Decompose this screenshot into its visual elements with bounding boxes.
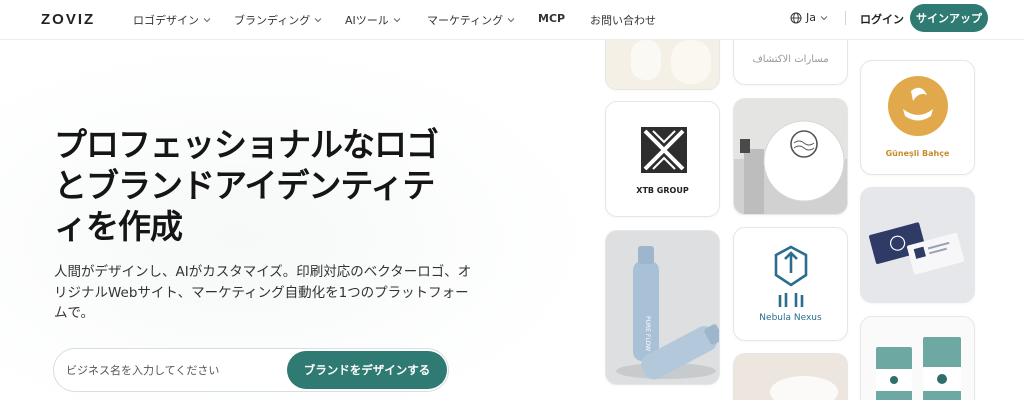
- nebula-nexus-label: Nebula Nexus: [759, 313, 822, 323]
- globe-icon: [790, 12, 802, 23]
- business-cards-card[interactable]: [860, 187, 975, 303]
- hero-title: プロフェッショナルなロゴとブランドアイデンティティを作成: [54, 125, 439, 246]
- coffee-cup-card[interactable]: [733, 353, 848, 400]
- gunesli-bahce-card[interactable]: Güneşli Bahçe: [860, 60, 975, 175]
- xtb-group-card[interactable]: XTB GROUP: [605, 101, 720, 217]
- nebula-nexus-card[interactable]: Nebula Nexus: [733, 227, 848, 341]
- chevron-down-icon: [820, 15, 828, 20]
- arabic-logo-text: مسارات الاكتشاف: [752, 54, 829, 65]
- business-name-input[interactable]: [66, 359, 286, 381]
- nav-item-ai-tools[interactable]: AIツール: [345, 12, 401, 28]
- xtb-logo-graphic: [641, 127, 687, 173]
- design-brand-button[interactable]: ブランドをデザインする: [287, 351, 447, 389]
- product-mockup-card[interactable]: [605, 40, 720, 90]
- chevron-down-icon: [393, 18, 401, 23]
- packaging-card[interactable]: [860, 316, 975, 400]
- nav-item-contact[interactable]: お問い合わせ: [590, 12, 656, 28]
- cream-product-image: [606, 40, 719, 89]
- nav-divider: [845, 11, 846, 25]
- signup-button[interactable]: サインアップ: [910, 4, 988, 32]
- riverwave-sign-image: [734, 99, 847, 214]
- business-cards-image: [861, 188, 974, 302]
- coffee-cup-image: [734, 354, 847, 400]
- xtb-group-label: XTB GROUP: [636, 186, 689, 195]
- chevron-down-icon: [507, 18, 515, 23]
- chevron-down-icon: [203, 18, 211, 23]
- riverwave-sign-card[interactable]: [733, 98, 848, 215]
- hero-subtitle: 人間がデザインし、AIがカスタマイズ。印刷対応のベクターロゴ、オリジナルWebサ…: [54, 264, 472, 321]
- login-link[interactable]: ログイン: [860, 11, 904, 27]
- nav-item-logo-design[interactable]: ロゴデザイン: [133, 12, 211, 28]
- pure-flow-text: PURE FLOW: [644, 316, 651, 351]
- nav-item-mcp[interactable]: MCP: [538, 12, 565, 25]
- pure-flow-bottles-card[interactable]: PURE FLOW: [605, 230, 720, 385]
- chevron-down-icon: [314, 18, 322, 23]
- zoviz-logo[interactable]: ZOVIZ: [41, 11, 95, 28]
- nebula-nexus-logo: [774, 245, 808, 307]
- gunesli-bahce-label: Güneşli Bahçe: [885, 149, 950, 158]
- nav-item-branding[interactable]: ブランディング: [234, 12, 322, 28]
- language-selector[interactable]: Ja: [790, 11, 828, 24]
- arabic-logo-card[interactable]: مسارات الاكتشاف: [733, 40, 848, 85]
- packaging-image: [861, 317, 974, 400]
- water-bottles-image: PURE FLOW: [606, 231, 719, 384]
- nav-item-marketing[interactable]: マーケティング: [427, 12, 515, 28]
- top-navbar: ZOVIZ ロゴデザイン ブランディング AIツール マーケティング MCP お…: [0, 0, 1024, 40]
